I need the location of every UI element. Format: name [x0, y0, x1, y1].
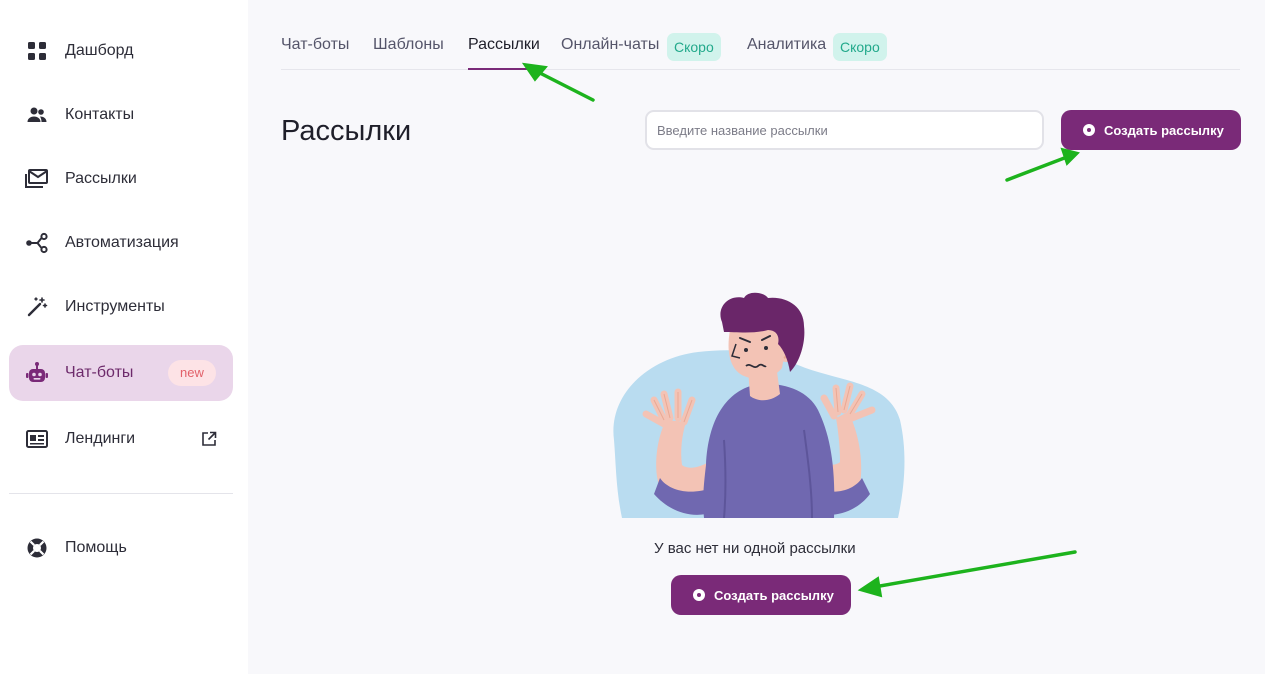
button-label: Создать рассылку — [714, 587, 834, 603]
active-tab-indicator — [468, 68, 536, 70]
external-link-icon[interactable] — [201, 431, 217, 447]
tab-analytics[interactable]: Аналитика — [747, 36, 826, 54]
sidebar-item-mailings[interactable]: Рассылки — [9, 151, 233, 207]
empty-state-text: У вас нет ни одной рассылки — [654, 540, 856, 557]
tab-chatbots[interactable]: Чат-боты — [281, 36, 349, 54]
sidebar-item-label: Инструменты — [65, 298, 165, 315]
tab-templates[interactable]: Шаблоны — [373, 36, 444, 54]
button-label: Создать рассылку — [1104, 122, 1224, 138]
sidebar-item-label: Рассылки — [65, 170, 137, 187]
plus-circle-icon — [1083, 124, 1095, 136]
sidebar-item-landings[interactable]: Лендинги — [9, 411, 233, 467]
robot-icon — [25, 361, 49, 385]
landing-page-icon — [25, 427, 49, 451]
sidebar-item-label: Дашборд — [65, 42, 134, 59]
sidebar-item-help[interactable]: Помощь — [9, 520, 233, 576]
tab-bar: Чат-боты Шаблоны Рассылки Онлайн-чаты Ск… — [281, 0, 1240, 70]
sidebar-item-label: Лендинги — [65, 430, 136, 447]
sidebar-item-contacts[interactable]: Контакты — [9, 87, 233, 143]
sidebar-item-chatbots[interactable]: Чат-боты new — [9, 345, 233, 401]
sidebar-item-label: Контакты — [65, 106, 135, 123]
magic-wand-icon — [25, 295, 49, 319]
sidebar-item-automation[interactable]: Автоматизация — [9, 215, 233, 271]
mail-stack-icon — [25, 167, 49, 191]
confused-person-illustration — [613, 292, 905, 518]
sidebar: Дашборд Контакты Рассылки Автоматизация … — [0, 0, 248, 674]
tab-mailings[interactable]: Рассылки — [468, 36, 540, 54]
empty-state-create-button[interactable]: Создать рассылку — [671, 575, 851, 615]
sidebar-item-tools[interactable]: Инструменты — [9, 279, 233, 335]
search-input[interactable] — [645, 110, 1044, 150]
share-nodes-icon — [25, 231, 49, 255]
lifebuoy-icon — [25, 536, 49, 560]
sidebar-item-dashboard[interactable]: Дашборд — [9, 23, 233, 79]
soon-badge: Скоро — [833, 33, 887, 61]
sidebar-divider — [9, 493, 233, 494]
sidebar-item-label: Помощь — [65, 539, 127, 556]
tab-online-chats[interactable]: Онлайн-чаты — [561, 36, 659, 54]
main-content: Чат-боты Шаблоны Рассылки Онлайн-чаты Ск… — [248, 0, 1265, 674]
page-title: Рассылки — [281, 115, 412, 147]
sidebar-item-label: Чат-боты — [65, 364, 134, 381]
soon-badge: Скоро — [667, 33, 721, 61]
sidebar-item-label: Автоматизация — [65, 234, 179, 251]
plus-circle-icon — [693, 589, 705, 601]
people-icon — [25, 103, 49, 127]
grid-icon — [25, 39, 49, 63]
new-badge: new — [168, 360, 216, 386]
create-mailing-button[interactable]: Создать рассылку — [1061, 110, 1241, 150]
